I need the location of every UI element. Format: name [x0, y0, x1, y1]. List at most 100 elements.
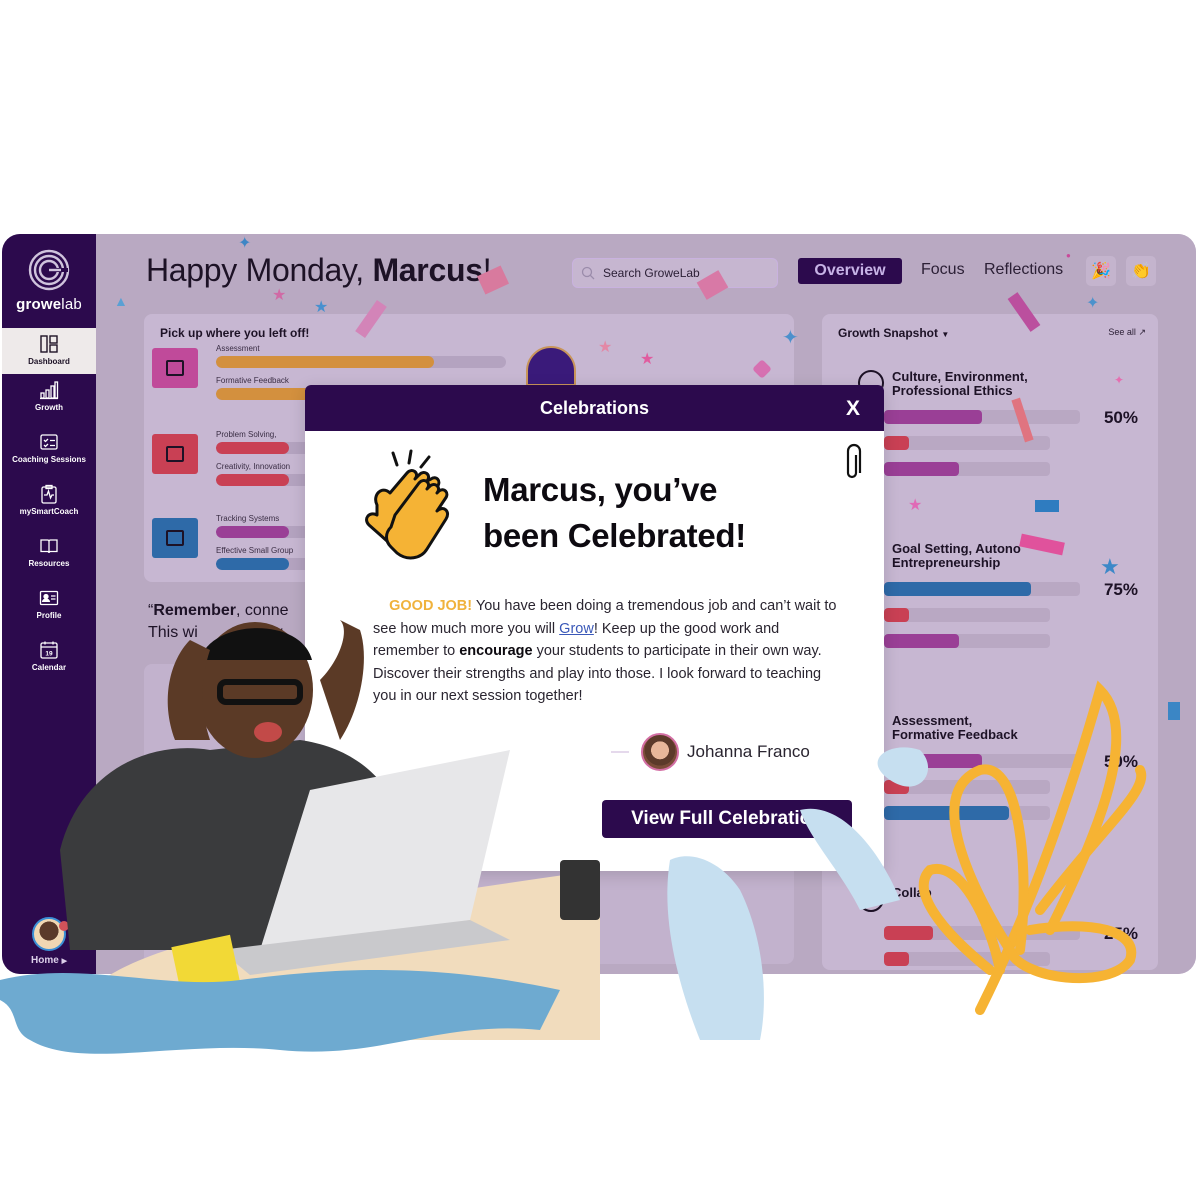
star-icon: ✦ — [238, 235, 252, 252]
sidebar-item-mysmartcoach[interactable]: mySmartCoach — [2, 478, 96, 530]
grow-link[interactable]: Grow — [559, 621, 594, 637]
growth-progress-fill — [884, 634, 959, 648]
search-placeholder: Search GroweLab — [603, 266, 700, 280]
tab-overview[interactable]: Overview — [798, 258, 902, 284]
sidebar-item-profile[interactable]: Profile — [2, 582, 96, 634]
skill-group-badge[interactable] — [152, 434, 198, 474]
skill-progress-fill — [216, 558, 289, 570]
book-icon — [39, 536, 59, 556]
paperclip-icon[interactable] — [842, 443, 862, 483]
sidebar-nav: Dashboard Growth Coaching Sessions mySma… — [2, 328, 96, 686]
sidebar-item-label: Profile — [36, 611, 62, 620]
star-icon: ★ — [640, 351, 655, 368]
user-avatar[interactable] — [32, 917, 69, 951]
close-button[interactable]: X — [846, 397, 860, 421]
light-blue-paint-splash — [667, 747, 929, 1040]
sidebar-item-label: Resources — [28, 559, 70, 568]
skill-progress-fill — [216, 356, 434, 368]
skill-label: Effective Small Group — [216, 546, 294, 555]
calendar-icon: 19 — [39, 640, 59, 660]
home-menu[interactable]: Home ▶ — [2, 917, 96, 966]
modal-header: Celebrations X — [305, 385, 884, 431]
sidebar-item-label: mySmartCoach — [19, 507, 79, 516]
skill-label: Creativity, Innovation — [216, 462, 291, 471]
growth-progress-fill — [884, 462, 959, 476]
sidebar-item-label: Calendar — [31, 663, 67, 672]
skill-label: Formative Feedback — [216, 376, 289, 385]
skill-group-badge[interactable] — [152, 348, 198, 388]
search-input[interactable]: Search GroweLab — [572, 258, 778, 288]
clapping-hands-icon — [365, 449, 450, 560]
star-icon: ✦ — [1114, 373, 1125, 387]
growth-progress-fill — [884, 436, 909, 450]
growth-progress-bar — [884, 410, 1080, 424]
growth-area-name: Culture, Environment, Professional Ethics — [892, 369, 1028, 398]
growth-progress-bar — [884, 582, 1080, 596]
star-icon: ▲ — [114, 293, 128, 309]
tab-focus[interactable]: Focus — [921, 261, 965, 279]
sidebar-item-label: Growth — [35, 403, 63, 412]
medal-badge-icon[interactable] — [526, 346, 576, 386]
quote-text: “Remember, conne This wi with y — [148, 602, 289, 641]
pickup-title: Pick up where you left off! — [160, 326, 310, 340]
star-icon: ✦ — [782, 327, 799, 349]
growth-progress-bar — [884, 608, 1050, 622]
growth-area-name: Goal Setting, Autono Entrepreneurship — [892, 541, 1021, 570]
growth-progress-fill — [884, 608, 909, 622]
star-icon: ★ — [314, 299, 329, 316]
clapping-hands-button[interactable]: 👏 — [1126, 256, 1156, 286]
growth-progress-fill — [884, 582, 1031, 596]
orange-doodle — [918, 680, 1147, 1015]
sidebar-item-calendar[interactable]: 19 Calendar — [2, 634, 96, 686]
logo[interactable]: growelab — [2, 248, 96, 313]
external-link-icon: ↗ — [1138, 327, 1146, 337]
skill-group-badge[interactable] — [152, 518, 198, 558]
page-title: Happy Monday, Marcus! — [146, 252, 492, 288]
skill-label: Problem Solving, — [216, 430, 277, 439]
notification-dot — [59, 921, 69, 931]
star-icon: ★ — [1100, 554, 1120, 579]
chart-cards-icon — [166, 360, 184, 376]
confetti — [1035, 500, 1059, 512]
growth-percent: 75% — [1103, 580, 1138, 599]
id-card-icon — [39, 588, 59, 608]
brand-name: growelab — [16, 296, 82, 313]
sidebar-item-label: Coaching Sessions — [12, 455, 86, 464]
clapping-hands-icon: 👏 — [1131, 263, 1151, 280]
bar-chart-icon — [39, 380, 59, 400]
celebration-title: Marcus, you’ve been Celebrated! — [483, 471, 746, 554]
star-icon: ● — [1066, 251, 1071, 260]
sidebar-item-resources[interactable]: Resources — [2, 530, 96, 582]
sidebar-item-label: Dashboard — [28, 357, 70, 366]
skill-label: Assessment — [216, 344, 260, 353]
celebration-message: GOOD JOB! You have been doing a tremendo… — [373, 598, 837, 704]
modal-header-title: Celebrations — [539, 397, 650, 418]
growth-snapshot-title[interactable]: Growth Snapshot ▼ — [838, 326, 949, 340]
skill-progress-fill — [216, 442, 289, 454]
dashboard-icon — [39, 334, 59, 354]
skill-label: Tracking Systems — [216, 514, 280, 523]
see-all-link[interactable]: See all ↗ — [1108, 327, 1146, 338]
growth-progress-bar — [884, 634, 1050, 648]
sidebar-item-growth[interactable]: Growth — [2, 374, 96, 426]
pencil-icon — [166, 446, 184, 462]
skill-progress-fill — [216, 526, 289, 538]
tab-reflections[interactable]: Reflections — [984, 261, 1063, 279]
growth-progress-bar — [884, 462, 1050, 476]
star-icon: ★ — [272, 287, 287, 304]
skill-progress-bar[interactable] — [216, 356, 506, 368]
sidebar-item-coaching-sessions[interactable]: Coaching Sessions — [2, 426, 96, 478]
sidebar: growelab Dashboard Growth Coaching Sessi… — [2, 234, 96, 974]
sidebar-item-dashboard[interactable]: Dashboard — [2, 328, 96, 374]
star-icon: ★ — [908, 497, 923, 514]
confetti — [1168, 702, 1180, 720]
growth-percent: 50% — [1103, 408, 1138, 427]
svg-text:19: 19 — [45, 651, 53, 658]
party-popper-button[interactable]: 🎉 — [1086, 256, 1116, 286]
skill-progress-fill — [216, 474, 289, 486]
growth-progress-fill — [884, 410, 982, 424]
party-popper-icon: 🎉 — [1091, 263, 1111, 280]
group-icon — [166, 530, 184, 546]
growelab-logo-icon — [27, 248, 71, 292]
divider — [611, 751, 629, 753]
